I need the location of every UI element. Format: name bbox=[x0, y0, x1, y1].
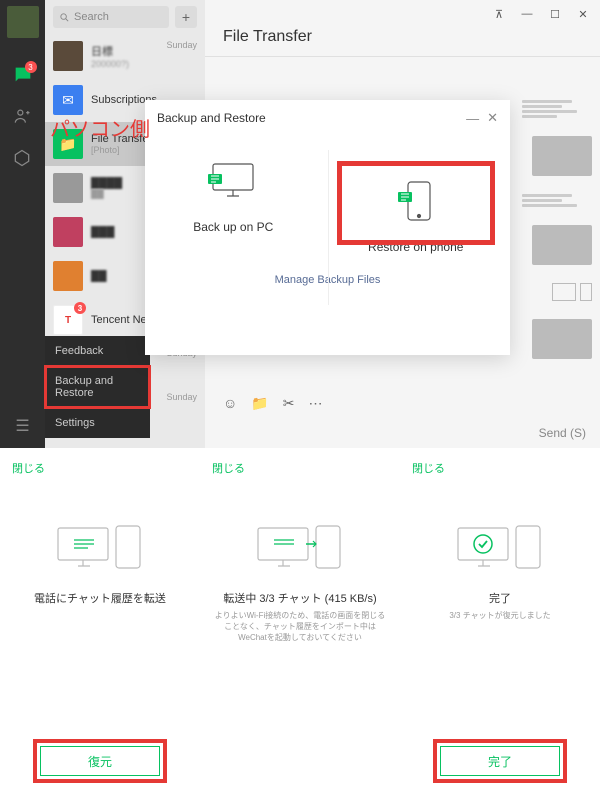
emoji-icon[interactable]: ☺ bbox=[223, 395, 237, 412]
mobile-screen-3: 閉じる 完了 3/3 チャットが復元しました 完了 bbox=[400, 448, 600, 800]
complete-illustration bbox=[450, 516, 550, 576]
dialog-title: Backup and Restore bbox=[157, 111, 458, 125]
transferring-illustration bbox=[250, 516, 350, 576]
titlebar: ⊼ — ☐ ✕ bbox=[205, 0, 600, 28]
pin-icon[interactable]: ⊼ bbox=[486, 3, 512, 25]
image-thumbnail[interactable] bbox=[532, 225, 592, 265]
done-button[interactable]: 完了 bbox=[440, 746, 560, 776]
mobile-screen-1: 閉じる 電話にチャット履歴を転送 復元 bbox=[0, 448, 200, 800]
pc-backup-icon bbox=[203, 156, 263, 206]
backup-restore-dialog: Backup and Restore — ✕ Back up on PC bbox=[145, 100, 510, 355]
close-link[interactable]: 閉じる bbox=[412, 460, 445, 476]
mobile-screens: 閉じる 電話にチャット履歴を転送 復元 閉じる 転送中 3/3 チャット (41… bbox=[0, 448, 600, 800]
close-link[interactable]: 閉じる bbox=[12, 460, 45, 476]
chat-avatar: ✉ bbox=[53, 85, 83, 115]
nav-rail: 3 ☰ bbox=[0, 0, 45, 448]
chat-avatar bbox=[53, 217, 83, 247]
close-icon[interactable]: ✕ bbox=[570, 3, 596, 25]
restore-button[interactable]: 復元 bbox=[40, 746, 160, 776]
user-avatar[interactable] bbox=[7, 6, 39, 38]
menu-icon[interactable]: ☰ bbox=[15, 416, 29, 436]
chat-avatar bbox=[53, 173, 83, 203]
phone-restore-icon bbox=[386, 176, 446, 226]
chat-item[interactable]: 日標200000?) Sunday bbox=[45, 34, 205, 78]
add-button[interactable]: + bbox=[175, 6, 197, 28]
scissors-icon[interactable]: ✂ bbox=[283, 395, 295, 412]
chat-avatar: T3 bbox=[53, 305, 83, 335]
menu-backup-restore[interactable]: Backup and Restore bbox=[45, 366, 150, 408]
image-thumbnail[interactable] bbox=[532, 136, 592, 176]
settings-menu: Feedback Backup and Restore Settings bbox=[45, 336, 150, 438]
maximize-icon[interactable]: ☐ bbox=[542, 3, 568, 25]
chat-avatar bbox=[53, 261, 83, 291]
search-placeholder: Search bbox=[74, 11, 109, 23]
chat-badge: 3 bbox=[25, 61, 37, 73]
transfer-illustration bbox=[50, 516, 150, 576]
contacts-icon[interactable] bbox=[12, 106, 34, 128]
mobile-screen-2: 閉じる 転送中 3/3 チャット (415 KB/s) よりよいWi-Fi接続の… bbox=[200, 448, 400, 800]
more-icon[interactable]: ⋯ bbox=[308, 395, 322, 412]
message-thumbnails bbox=[522, 100, 592, 359]
annotation-pc-side: パソコン側 bbox=[50, 113, 150, 142]
favorites-icon[interactable] bbox=[12, 148, 34, 170]
conversation-title: File Transfer bbox=[205, 28, 600, 56]
image-thumbnail[interactable] bbox=[532, 319, 592, 359]
dialog-close-icon[interactable]: ✕ bbox=[487, 110, 498, 126]
restore-on-phone-option[interactable]: Restore on phone bbox=[328, 152, 505, 254]
dialog-minimize-icon[interactable]: — bbox=[466, 111, 479, 126]
backup-on-pc-option[interactable]: Back up on PC bbox=[145, 156, 322, 250]
search-input[interactable]: Search bbox=[53, 6, 169, 28]
send-button[interactable]: Send (S) bbox=[539, 426, 586, 440]
close-link[interactable]: 閉じる bbox=[212, 460, 245, 476]
folder-icon[interactable]: 📁 bbox=[251, 395, 268, 412]
chat-icon[interactable]: 3 bbox=[12, 64, 34, 86]
menu-feedback[interactable]: Feedback bbox=[45, 336, 150, 366]
chat-avatar bbox=[53, 41, 83, 71]
input-toolbar: ☺ 📁 ✂ ⋯ bbox=[223, 395, 322, 412]
minimize-icon[interactable]: — bbox=[514, 3, 540, 25]
menu-settings[interactable]: Settings bbox=[45, 408, 150, 438]
